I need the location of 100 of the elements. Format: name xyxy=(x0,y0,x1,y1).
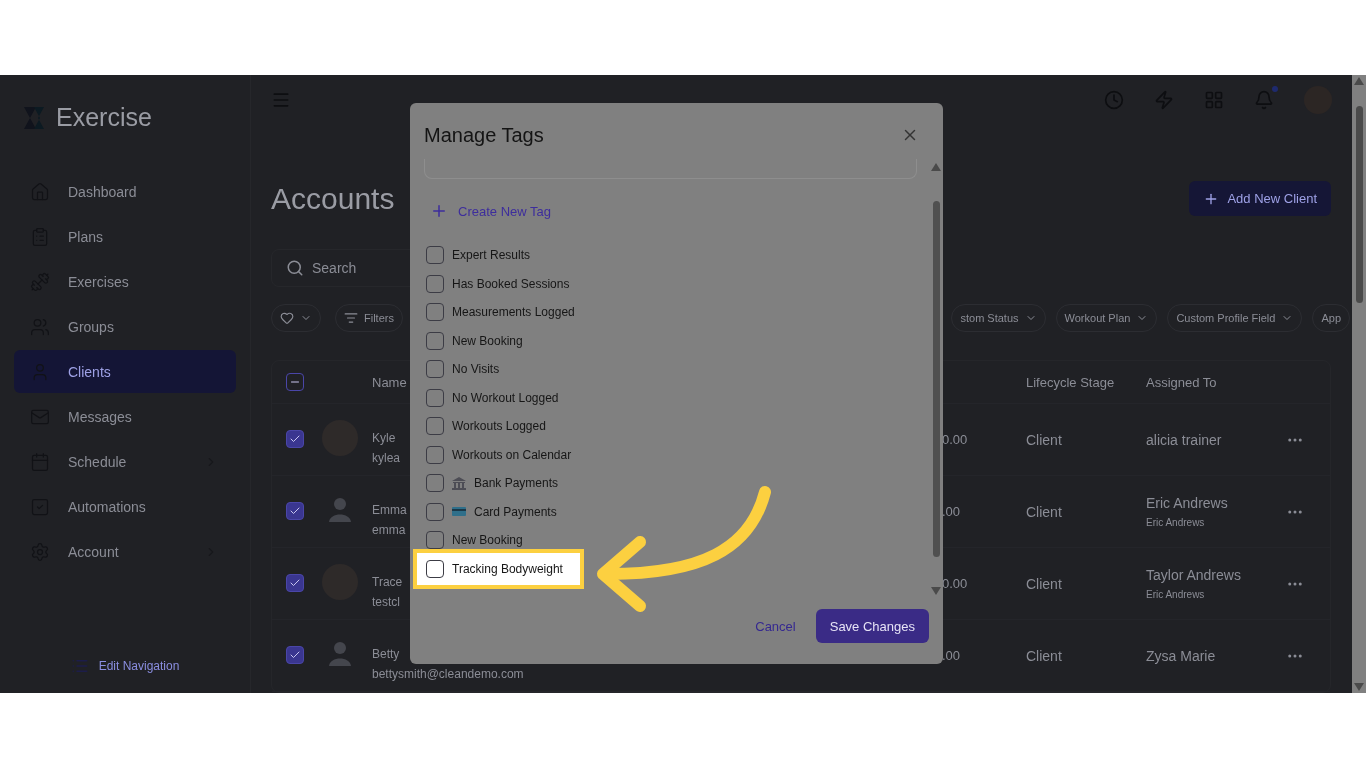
dialog-title: Manage Tags xyxy=(424,123,544,147)
assigned-sub: Eric Andrews xyxy=(1146,517,1205,528)
scrollbar-thumb[interactable] xyxy=(932,201,940,557)
tag-checkbox[interactable] xyxy=(426,417,444,436)
assigned-trainer: alicia trainer xyxy=(1146,431,1222,448)
nav-label: Dashboard xyxy=(68,183,138,200)
tag-label: New Booking xyxy=(452,533,523,548)
client-email: bettysmith@cleandemo.com xyxy=(372,666,524,681)
tag-option[interactable]: No Visits xyxy=(424,355,929,384)
check-icon xyxy=(289,649,301,661)
table-cell-text: 0.00 xyxy=(942,576,969,591)
tag-label: No Visits xyxy=(452,362,500,377)
create-tag-button[interactable]: Create New Tag xyxy=(424,202,557,220)
list-icon xyxy=(70,657,89,675)
nav-label: Automations xyxy=(68,498,147,515)
nav-item[interactable]: Clients xyxy=(14,350,236,393)
tag-label: Card Payments xyxy=(474,504,557,519)
table-cell-text: 0.00 xyxy=(942,432,969,447)
tag-label: Tracking Bodyweight xyxy=(452,561,563,576)
column-header: Assigned To xyxy=(1146,374,1218,390)
row-checkbox[interactable] xyxy=(286,646,304,664)
client-email: kylea xyxy=(372,450,400,465)
tag-checkbox[interactable] xyxy=(426,303,444,322)
tag-checkbox[interactable] xyxy=(426,331,444,350)
nav-label: Groups xyxy=(68,318,115,335)
tag-checkbox[interactable] xyxy=(426,246,444,265)
scroll-up-icon[interactable] xyxy=(1354,77,1364,85)
tag-checkbox[interactable] xyxy=(426,445,444,464)
lifecycle-cell-text: Client xyxy=(1026,431,1063,448)
tag-label: Workouts on Calendar xyxy=(452,447,572,462)
column-header: Name xyxy=(372,374,408,390)
lifecycle-cell-text: Client xyxy=(1026,575,1063,592)
row-checkbox[interactable] xyxy=(286,430,304,448)
nav-label: Messages xyxy=(68,408,133,425)
tag-option[interactable]: Measurements Logged xyxy=(424,298,929,327)
tag-checkbox[interactable] xyxy=(426,474,444,493)
tag-label: Measurements Logged xyxy=(452,305,575,320)
nav-item[interactable]: Automations xyxy=(14,485,236,528)
client-email: testcl xyxy=(372,594,400,609)
select-all-checkbox[interactable] xyxy=(286,372,304,391)
tag-checkbox[interactable] xyxy=(426,360,444,379)
nav-item[interactable]: Account xyxy=(14,530,236,573)
page-title: Accounts xyxy=(271,181,395,216)
nav-item[interactable]: Schedule xyxy=(14,440,236,483)
check-icon xyxy=(289,577,301,589)
bank-icon xyxy=(452,476,466,490)
nav-item[interactable]: Plans xyxy=(14,215,236,258)
tag-option[interactable]: Bank Payments xyxy=(424,469,929,498)
nav-label: Account xyxy=(68,543,120,560)
scroll-down-icon[interactable] xyxy=(1354,683,1364,691)
nav-item[interactable]: Messages xyxy=(14,395,236,438)
client-name: Emma xyxy=(372,502,407,517)
tag-label: No Workout Logged xyxy=(452,390,559,405)
assigned-trainer: Zysa Marie xyxy=(1146,647,1216,664)
lifecycle-cell-text: Client xyxy=(1026,647,1063,664)
tag-checkbox[interactable] xyxy=(426,388,444,407)
tag-checkbox[interactable] xyxy=(426,559,444,578)
add-client-button[interactable]: Add New Client xyxy=(1189,181,1331,216)
highlighted-tag-option[interactable]: Tracking Bodyweight xyxy=(413,548,584,589)
scroll-down-icon[interactable] xyxy=(931,587,941,595)
client-email: emma xyxy=(372,522,406,537)
check-icon xyxy=(289,505,301,517)
column-header: Lifecycle Stage xyxy=(1026,374,1116,390)
plus-icon xyxy=(430,202,448,220)
scrollbar-thumb[interactable] xyxy=(1355,105,1363,303)
brand-name: Exercise xyxy=(56,103,152,132)
tag-label: New Booking xyxy=(452,333,523,348)
row-checkbox[interactable] xyxy=(286,502,304,520)
row-checkbox[interactable] xyxy=(286,574,304,592)
table-cell-text: .00 xyxy=(942,648,962,663)
tag-option[interactable]: Card Payments xyxy=(424,497,929,526)
heart-icon xyxy=(280,311,294,326)
check-icon xyxy=(289,433,301,445)
nav-label: Schedule xyxy=(68,453,128,470)
nav-label: Clients xyxy=(68,363,112,380)
tag-option[interactable]: No Workout Logged xyxy=(424,383,929,412)
scroll-up-icon[interactable] xyxy=(931,163,941,171)
tag-checkbox[interactable] xyxy=(426,274,444,293)
cancel-button[interactable]: Cancel xyxy=(749,617,802,635)
tag-option[interactable]: New Booking xyxy=(424,326,929,355)
filter-icon xyxy=(344,311,358,326)
card-icon xyxy=(452,507,466,517)
tag-checkbox[interactable] xyxy=(426,502,444,521)
tag-option[interactable]: Workouts Logged xyxy=(424,412,929,441)
assigned-trainer: Eric Andrews xyxy=(1146,495,1228,511)
assigned-trainer: Taylor Andrews xyxy=(1146,567,1241,583)
tag-label: Bank Payments xyxy=(474,476,559,491)
edit-navigation-link[interactable]: Edit Navigation xyxy=(14,657,236,675)
save-changes-button[interactable]: Save Changes xyxy=(815,609,929,643)
tag-option[interactable]: Workouts on Calendar xyxy=(424,440,929,469)
client-name: Betty xyxy=(372,646,400,661)
assigned-sub: Eric Andrews xyxy=(1146,589,1205,600)
table-cell-text: .00 xyxy=(942,504,962,519)
nav-item[interactable]: Exercises xyxy=(14,260,236,303)
lifecycle-cell-text: Client xyxy=(1026,503,1063,520)
search-icon xyxy=(286,258,304,277)
nav-label: Exercises xyxy=(68,273,130,290)
client-name: Trace xyxy=(372,574,403,589)
nav-item[interactable]: Dashboard xyxy=(14,170,236,213)
nav-item[interactable]: Groups xyxy=(14,305,236,348)
